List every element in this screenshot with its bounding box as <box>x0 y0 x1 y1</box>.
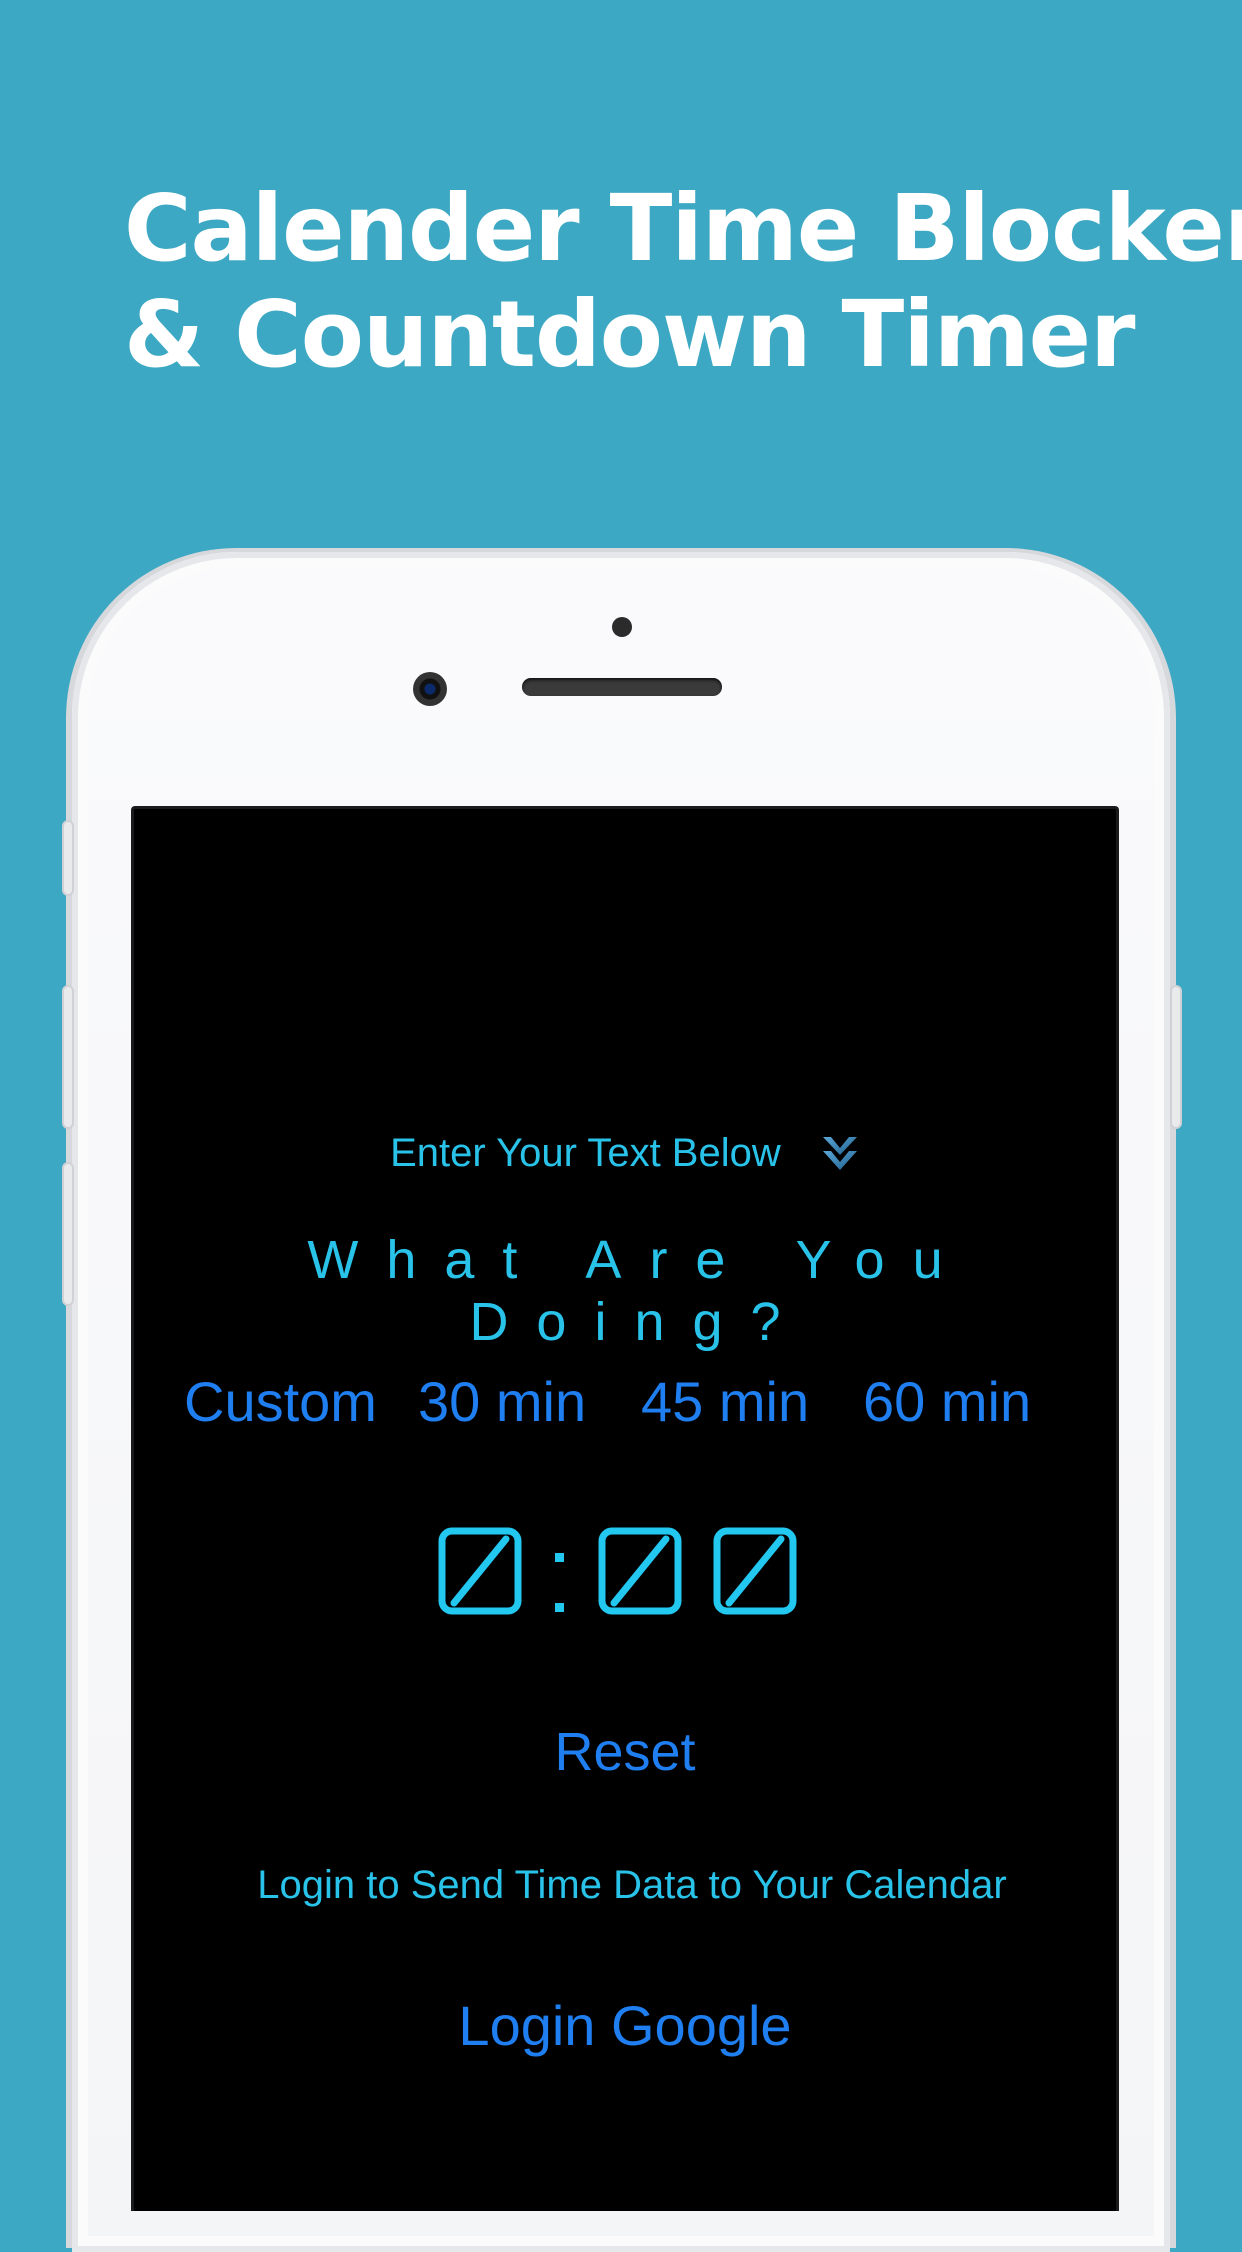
timer-colon <box>555 1553 564 1612</box>
preset-30-min-button[interactable]: 30 min <box>418 1369 586 1434</box>
phone-volume-up-button <box>62 985 74 1129</box>
activity-input[interactable]: What Are You Doing? <box>134 1229 1116 1353</box>
preset-60-min-button[interactable]: 60 min <box>863 1369 1031 1434</box>
headline-line-1: Calender Time Blocker <box>124 175 1242 282</box>
prompt-row: Enter Your Text Below <box>134 1129 1116 1176</box>
reset-button[interactable]: Reset <box>134 1721 1116 1783</box>
phone-volume-down-button <box>62 1162 74 1306</box>
headline-line-2: & Countdown Timer <box>124 281 1135 388</box>
preset-selector: Custom 30 min 45 min 60 min <box>184 1369 1084 1439</box>
timer-minutes-digit <box>438 1527 522 1615</box>
login-note: Login to Send Time Data to Your Calendar <box>257 1863 1007 1907</box>
timer-seconds-ones-digit <box>713 1527 797 1615</box>
phone-power-button <box>1170 985 1182 1129</box>
timer-seconds-tens-digit <box>598 1527 682 1615</box>
prompt-label: Enter Your Text Below <box>390 1130 781 1175</box>
earpiece-speaker <box>522 678 722 696</box>
app-screen: Enter Your Text Below What Are You Doing… <box>131 806 1119 2211</box>
preset-custom-button[interactable]: Custom <box>184 1369 377 1434</box>
login-google-button[interactable]: Login Google <box>134 1993 1116 2058</box>
proximity-sensor <box>612 617 632 637</box>
countdown-timer-display <box>434 1521 834 1641</box>
phone-mute-switch <box>62 820 74 896</box>
preset-45-min-button[interactable]: 45 min <box>641 1369 809 1434</box>
front-camera-icon <box>413 672 447 706</box>
marketing-headline: Calender Time Blocker & Countdown Timer <box>124 175 1242 388</box>
chevron-double-down-icon <box>820 1133 860 1173</box>
